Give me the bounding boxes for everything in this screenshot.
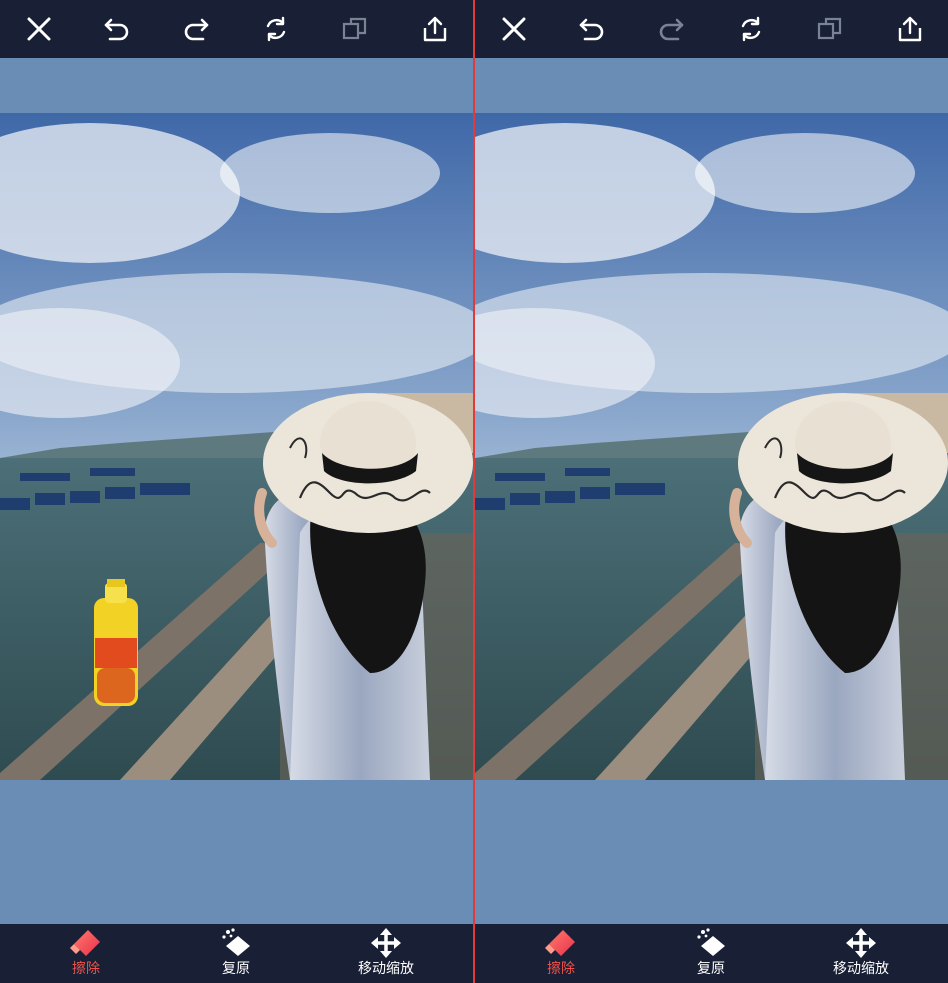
redo-button[interactable]	[177, 10, 215, 48]
photo-canvas[interactable]	[0, 113, 473, 780]
close-button[interactable]	[495, 10, 533, 48]
close-icon	[502, 17, 526, 41]
move-arrows-icon	[371, 928, 401, 958]
close-button[interactable]	[20, 10, 58, 48]
photo-image	[0, 113, 473, 780]
editor-panel-right: 擦除 复原 移动缩放	[475, 0, 948, 983]
tool-move-zoom-label: 移动缩放	[358, 961, 414, 977]
top-toolbar	[475, 0, 948, 58]
refresh-icon	[741, 16, 761, 42]
move-arrows-icon	[846, 928, 876, 958]
export-button[interactable]	[891, 10, 929, 48]
tool-restore-label: 复原	[697, 961, 725, 977]
tool-restore[interactable]: 复原	[656, 928, 766, 982]
magic-eraser-icon	[222, 928, 250, 956]
bottom-toolbar: 擦除 复原 移动缩放	[475, 924, 948, 983]
undo-icon	[579, 18, 604, 41]
tool-erase-label: 擦除	[547, 961, 575, 977]
top-toolbar	[0, 0, 473, 58]
editor-panel-left: 擦除 复原 移动缩放	[0, 0, 473, 983]
tool-restore[interactable]: 复原	[181, 928, 291, 982]
reset-button[interactable]	[257, 10, 295, 48]
photo-image	[475, 113, 948, 780]
undo-icon	[104, 18, 129, 41]
tool-erase[interactable]: 擦除	[31, 928, 141, 982]
compare-button[interactable]	[811, 10, 849, 48]
compare-button[interactable]	[336, 10, 374, 48]
layers-icon	[817, 17, 842, 40]
tool-erase[interactable]: 擦除	[506, 928, 616, 982]
undo-button[interactable]	[573, 10, 611, 48]
magic-eraser-icon	[697, 928, 725, 956]
eraser-icon	[70, 930, 100, 956]
eraser-icon	[545, 930, 575, 956]
tool-move-zoom[interactable]: 移动缩放	[806, 928, 916, 982]
tool-restore-label: 复原	[222, 961, 250, 977]
redo-icon	[659, 18, 684, 41]
tool-move-zoom[interactable]: 移动缩放	[331, 928, 441, 982]
close-icon	[27, 17, 51, 41]
reset-button[interactable]	[732, 10, 770, 48]
bottom-toolbar: 擦除 复原 移动缩放	[0, 924, 473, 983]
undo-button[interactable]	[98, 10, 136, 48]
tool-move-zoom-label: 移动缩放	[833, 961, 889, 977]
photo-canvas[interactable]	[475, 113, 948, 780]
export-button[interactable]	[416, 10, 454, 48]
share-icon	[898, 16, 922, 42]
refresh-icon	[266, 16, 286, 42]
redo-button[interactable]	[652, 10, 690, 48]
share-icon	[423, 16, 447, 42]
redo-icon	[184, 18, 209, 41]
tool-erase-label: 擦除	[72, 961, 100, 977]
layers-icon	[342, 17, 367, 40]
